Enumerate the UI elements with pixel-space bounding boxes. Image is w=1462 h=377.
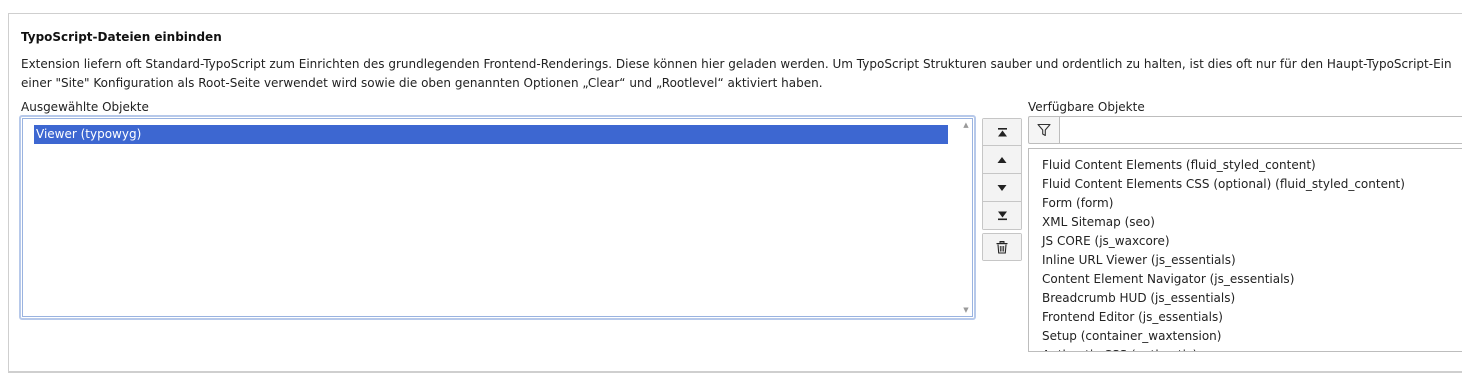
filter-input[interactable] [1060,116,1462,144]
move-up-icon [997,156,1007,163]
available-filter [1028,116,1462,144]
available-list-item[interactable]: Breadcrumb HUD (js_essentials) [1042,289,1405,308]
selected-list-item[interactable]: Viewer (typowyg) [34,125,948,144]
move-to-bottom-icon [997,211,1007,221]
available-list-item[interactable]: XML Sitemap (seo) [1042,213,1405,232]
available-list-item[interactable]: Inline URL Viewer (js_essentials) [1042,251,1405,270]
trash-icon [996,240,1008,254]
available-objects-label: Verfügbare Objekte [1028,100,1145,114]
scroll-up-arrow-icon[interactable]: ▲ [961,120,971,130]
move-buttons [982,118,1022,230]
description-line-1: Extension liefern oft Standard-TypoScrip… [21,57,1452,71]
section-title: TypoScript-Dateien einbinden [21,30,222,44]
selected-objects-list[interactable]: Viewer (typowyg) ▲ ▼ [19,115,976,320]
sort-button-group [982,118,1022,264]
available-list-item[interactable]: JS CORE (js_waxcore) [1042,232,1405,251]
selected-objects-label: Ausgewählte Objekte [21,100,149,114]
available-list-item[interactable]: Setup (container_waxtension) [1042,327,1405,346]
move-down-button[interactable] [982,174,1022,202]
scroll-down-arrow-icon[interactable]: ▼ [961,305,971,315]
move-to-top-button[interactable] [982,118,1022,146]
available-list-item[interactable]: Content Element Navigator (js_essentials… [1042,270,1405,289]
available-list-item[interactable]: Form (form) [1042,194,1405,213]
selected-list-scrollbar[interactable]: ▲ ▼ [961,120,971,315]
section-divider [8,371,1462,372]
available-list-item[interactable]: Authentic CSS (authentic) [1042,346,1405,351]
available-list-item[interactable]: Frontend Editor (js_essentials) [1042,308,1405,327]
available-list-item[interactable]: Fluid Content Elements (fluid_styled_con… [1042,156,1405,175]
available-items: Fluid Content Elements (fluid_styled_con… [1042,156,1405,351]
remove-button[interactable] [982,233,1022,261]
move-to-bottom-button[interactable] [982,202,1022,230]
description-line-2: einer "Site" Konfiguration als Root-Seit… [21,76,823,90]
section-description: Extension liefern oft Standard-TypoScrip… [21,55,1462,93]
move-up-button[interactable] [982,146,1022,174]
move-down-icon [997,184,1007,191]
remove-button-group [982,233,1022,261]
filter-button[interactable] [1028,116,1060,144]
available-list-item[interactable]: Fluid Content Elements CSS (optional) (f… [1042,175,1405,194]
available-objects-list[interactable]: Fluid Content Elements (fluid_styled_con… [1028,148,1462,352]
filter-funnel-icon [1037,123,1051,137]
selected-list-inner [22,118,973,317]
move-to-top-icon [997,127,1007,136]
